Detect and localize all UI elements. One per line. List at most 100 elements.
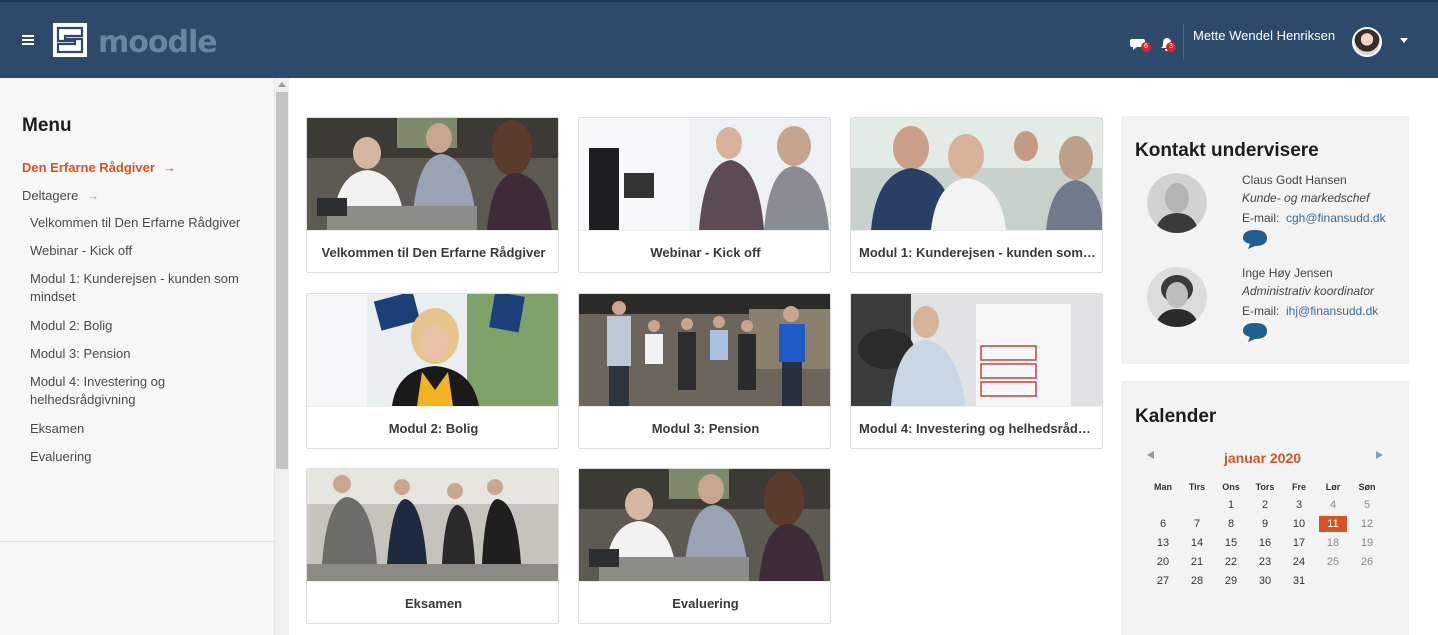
calendar-day[interactable]: 7 [1180,514,1214,533]
calendar-week: 13 14 15 16 17 18 19 [1146,533,1384,552]
contact-photo-inge [1147,267,1207,327]
calendar-day[interactable]: 9 [1248,514,1282,533]
contact-name: Inge Høy Jensen [1242,266,1333,280]
calendar-day[interactable]: 25 [1316,552,1350,571]
sidebar-item-eksamen[interactable]: Eksamen [30,420,84,438]
messages-count-badge: 6 [1141,42,1151,52]
calendar-day[interactable]: 20 [1146,552,1180,571]
whiteboard-photo [851,294,1102,406]
weekday-header: Man [1154,481,1172,492]
sidebar-item-evaluering[interactable]: Evaluering [30,448,91,466]
calendar-month[interactable]: januar 2020 [1224,450,1301,466]
sidebar-item-welcome[interactable]: Velkommen til Den Erfarne Rådgiver [30,214,240,232]
calendar-day[interactable]: 21 [1180,552,1214,571]
contact-email-link[interactable]: cgh@finansudd.dk [1286,211,1386,225]
site-logo-mark[interactable] [53,23,87,57]
message-icon[interactable] [1242,228,1268,250]
course-card-modul-4[interactable]: Modul 4: Investering og helhedsrådgiv... [850,293,1103,449]
sidebar-item-label-line2: mindset [30,289,76,304]
course-title: Velkommen til Den Erfarne Rådgiver [307,230,558,272]
notifications-count-badge: 3 [1166,42,1176,52]
calendar-day[interactable]: 26 [1350,552,1384,571]
calendar-day[interactable]: 31 [1282,571,1316,590]
contact-photo-claus [1147,173,1207,233]
sidebar-scrollbar-thumb[interactable] [276,92,288,469]
calendar-day[interactable]: 30 [1248,571,1282,590]
block-title: Kontakt undervisere [1135,140,1319,161]
hamburger-icon[interactable] [22,35,34,45]
calendar-day[interactable]: 8 [1214,514,1248,533]
calendar-day[interactable]: 14 [1180,533,1214,552]
chevron-down-icon[interactable] [1400,38,1408,43]
sidebar-item-modul-1[interactable]: Modul 1: Kunderejsen - kunden som mindse… [30,270,239,306]
calendar-day[interactable]: 23 [1248,552,1282,571]
sidebar-item-modul-2[interactable]: Modul 2: Bolig [30,317,112,335]
calendar-day[interactable]: 4 [1316,495,1350,514]
calendar-day[interactable]: 13 [1146,533,1180,552]
calendar-day[interactable]: 10 [1282,514,1316,533]
presenter-photo [307,294,558,406]
calendar-day[interactable]: 2 [1248,495,1282,514]
calendar-day-today[interactable]: 11 [1316,514,1350,533]
user-name[interactable]: Mette Wendel Henriksen [1193,28,1335,43]
course-card-eksamen[interactable]: Eksamen [306,468,559,624]
calendar-day[interactable]: 3 [1282,495,1316,514]
sidebar-item-label: Den Erfarne Rådgiver [22,160,155,175]
next-month-icon[interactable] [1376,451,1383,459]
calendar-day [1146,495,1180,514]
sidebar-item-modul-3[interactable]: Modul 3: Pension [30,345,130,363]
sidebar-item-label: Deltagere [22,188,79,203]
scroll-up-arrow-icon[interactable] [278,82,286,87]
weekday-header: Tirs [1188,481,1206,492]
arrow-right-icon: → [86,188,100,203]
course-title: Webinar - Kick off [579,230,830,272]
course-card-modul-1[interactable]: Modul 1: Kunderejsen - kunden som m... [850,117,1103,273]
meeting-photo [307,118,558,230]
weekday-header: Ons [1222,481,1240,492]
calendar-day[interactable]: 18 [1316,533,1350,552]
calendar-day[interactable]: 6 [1146,514,1180,533]
sidebar-item-course-home[interactable]: Den Erfarne Rådgiver → [22,159,176,177]
sidebar-item-label: Modul 1: Kunderejsen - kunden som [30,271,239,286]
course-card-modul-2[interactable]: Modul 2: Bolig [306,293,559,449]
calendar-day[interactable]: 22 [1214,552,1248,571]
sidebar-item-webinar[interactable]: Webinar - Kick off [30,242,132,260]
course-title: Modul 3: Pension [579,406,830,448]
calendar-weekday-row: Man Tirs Ons Tors Fre Lør Søn [1146,478,1384,495]
course-card-webinar[interactable]: Webinar - Kick off [578,117,831,273]
contact-role: Kunde- og markedschef [1242,191,1370,205]
email-label: E-mail: [1242,304,1280,318]
calendar-day[interactable]: 19 [1350,533,1384,552]
webinar-photo [579,118,830,230]
calendar-day [1180,495,1214,514]
calendar-week: 27 28 29 30 31 [1146,571,1384,590]
calendar-day[interactable]: 16 [1248,533,1282,552]
block-title: Kalender [1135,406,1217,427]
contact-email-link[interactable]: ihj@finansudd.dk [1286,304,1378,318]
sidebar-item-participants[interactable]: Deltagere → [22,187,99,205]
site-logo-text[interactable]: moodle [98,25,218,60]
header-divider [1183,24,1184,60]
calendar-day[interactable]: 1 [1214,495,1248,514]
avatar[interactable] [1352,27,1382,57]
calendar-day[interactable]: 5 [1350,495,1384,514]
today-label: 11 [1319,515,1347,532]
sidebar-item-modul-4[interactable]: Modul 4: Investering og helhedsrådgivnin… [30,373,165,409]
previous-month-icon[interactable] [1147,451,1154,459]
contact-name: Claus Godt Hansen [1242,173,1347,187]
calendar-day[interactable]: 12 [1350,514,1384,533]
course-title: Modul 2: Bolig [307,406,558,448]
course-title: Eksamen [307,581,558,623]
arrow-right-icon: → [162,160,176,175]
message-icon[interactable] [1242,321,1268,343]
course-card-velkommen[interactable]: Velkommen til Den Erfarne Rådgiver [306,117,559,273]
calendar-day[interactable]: 29 [1214,571,1248,590]
calendar-day[interactable]: 28 [1180,571,1214,590]
calendar-day[interactable]: 27 [1146,571,1180,590]
course-card-evaluering[interactable]: Evaluering [578,468,831,624]
course-card-modul-3[interactable]: Modul 3: Pension [578,293,831,449]
calendar-day[interactable]: 24 [1282,552,1316,571]
calendar-day[interactable]: 15 [1214,533,1248,552]
calendar-day[interactable]: 17 [1282,533,1316,552]
sidebar-item-label-line2: helhedsrådgivning [30,392,136,407]
